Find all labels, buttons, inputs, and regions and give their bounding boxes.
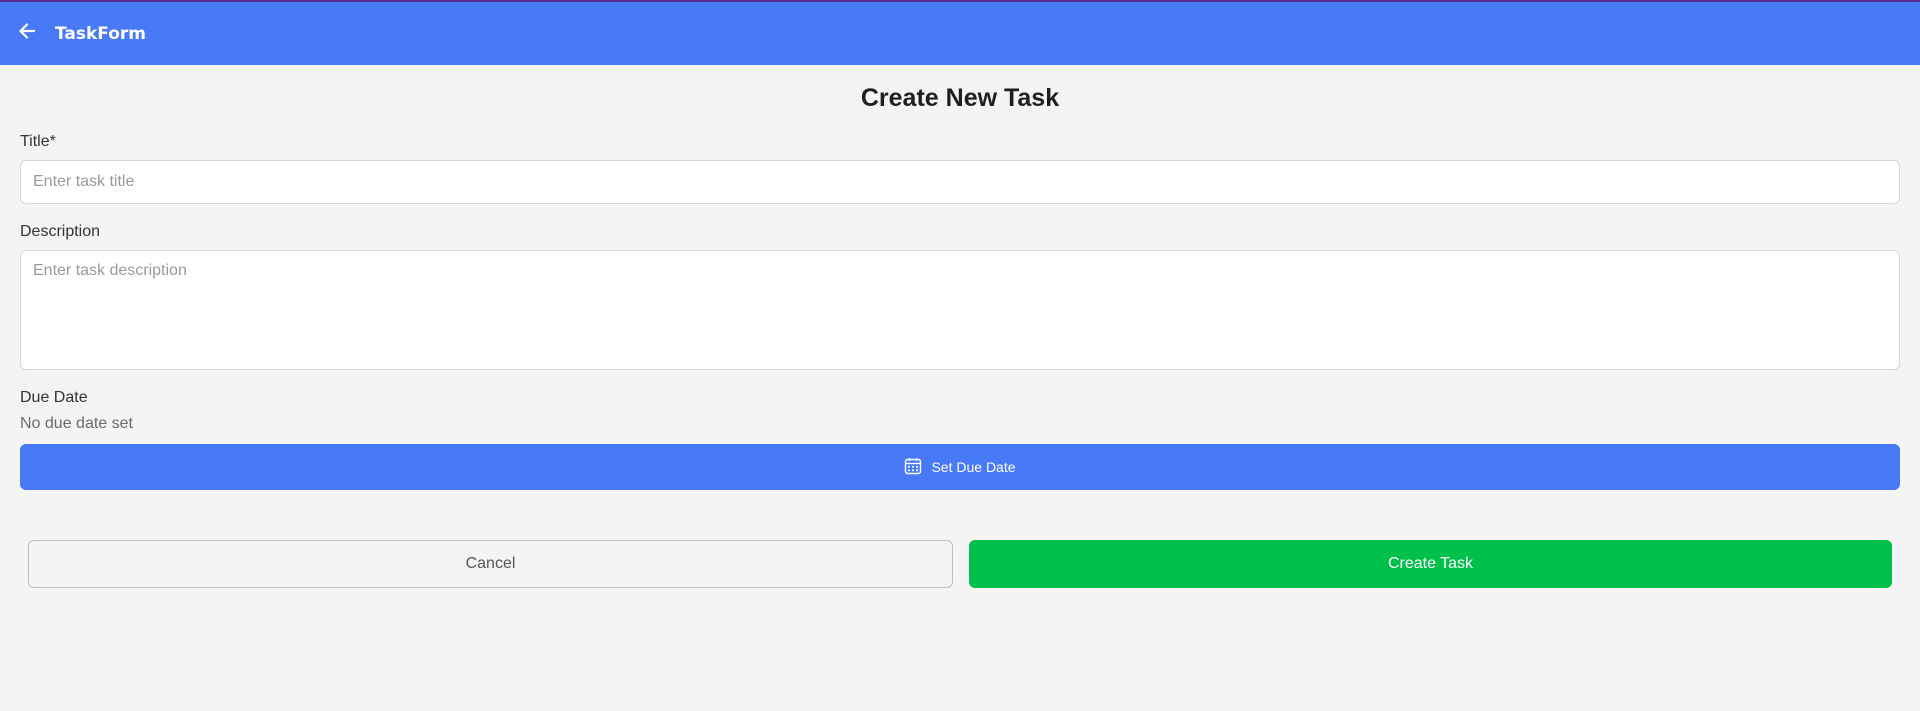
set-due-date-label: Set Due Date xyxy=(931,459,1016,475)
app-header: TaskForm xyxy=(0,0,1920,65)
set-due-date-button[interactable]: Set Due Date xyxy=(20,444,1900,490)
description-input[interactable] xyxy=(20,250,1900,370)
description-label: Description xyxy=(20,223,101,240)
app-title: TaskForm xyxy=(55,23,147,44)
create-task-button[interactable]: Create Task xyxy=(969,540,1892,588)
title-label: Title* xyxy=(20,133,56,150)
title-input[interactable] xyxy=(20,160,1900,204)
back-button[interactable] xyxy=(12,19,42,49)
calendar-icon xyxy=(904,457,922,478)
cancel-button[interactable]: Cancel xyxy=(28,540,953,588)
due-date-status: No due date set xyxy=(20,415,133,432)
arrow-left-icon xyxy=(17,21,37,46)
page-title: Create New Task xyxy=(860,84,1060,112)
due-date-label: Due Date xyxy=(20,389,88,406)
